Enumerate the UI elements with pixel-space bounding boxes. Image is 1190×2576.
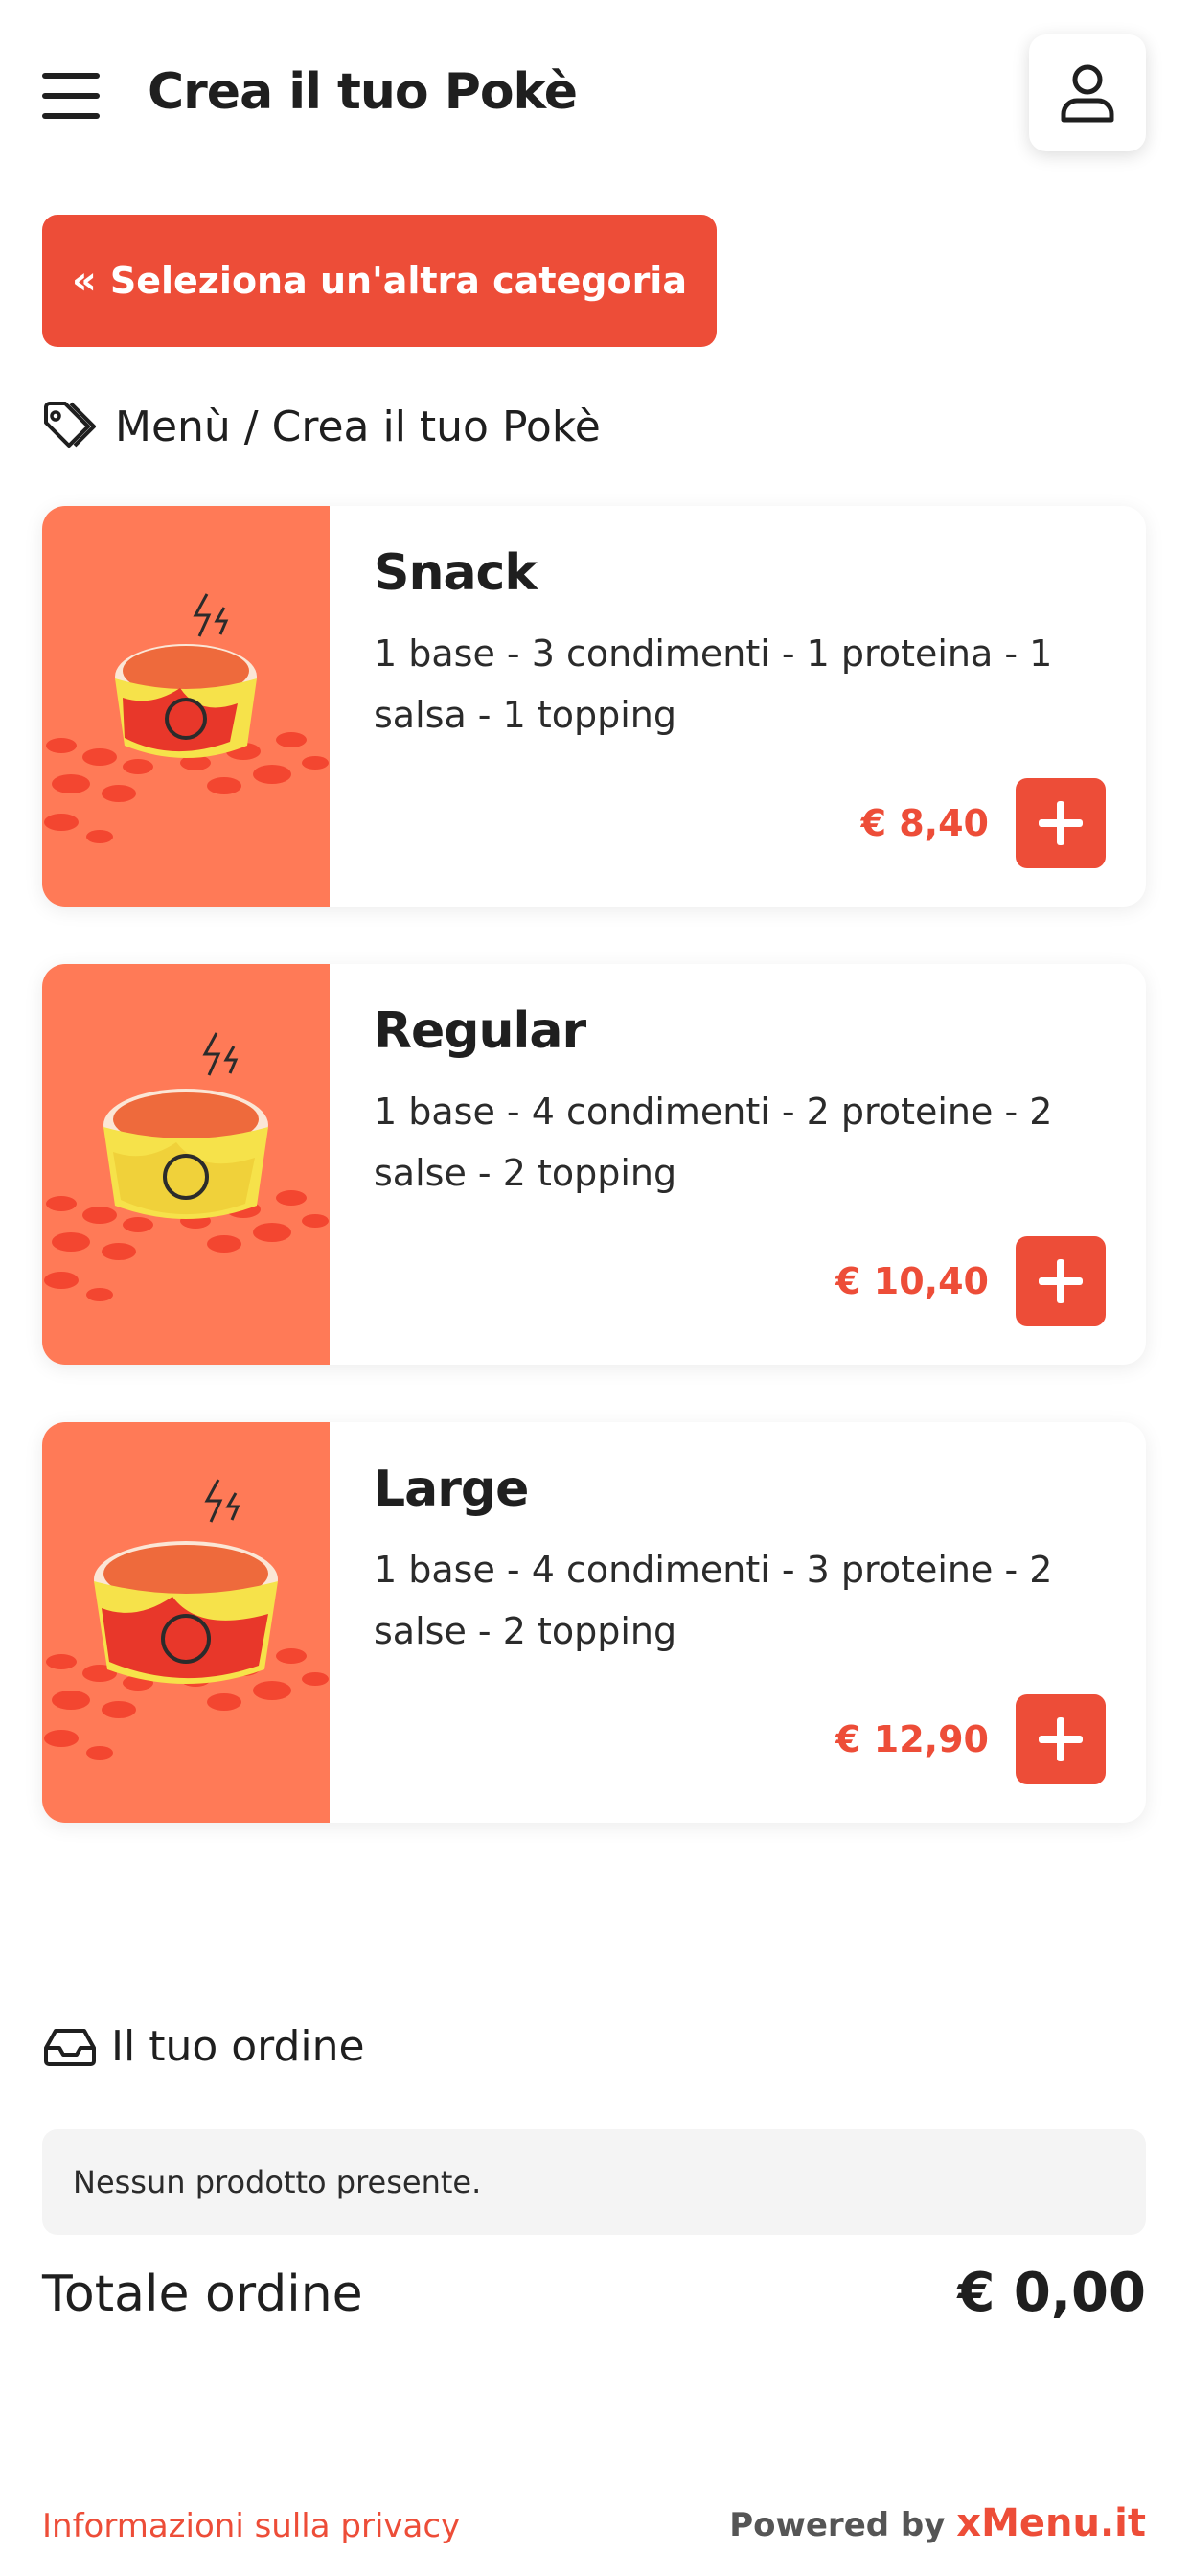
hamburger-menu-icon[interactable]: [42, 73, 100, 119]
add-to-order-button[interactable]: [1016, 778, 1106, 868]
breadcrumb-text: Menù / Crea il tuo Pokè: [115, 402, 601, 451]
user-icon: [1061, 64, 1114, 123]
app-header: Crea il tuo Pokè: [0, 0, 1190, 192]
powered-by[interactable]: Powered by xMenu.it: [729, 2501, 1146, 2545]
product-price: € 10,40: [835, 1260, 989, 1302]
product-card-regular[interactable]: Regular 1 base - 4 condimenti - 2 protei…: [42, 964, 1146, 1365]
poke-bowl-image: [42, 506, 330, 907]
order-title: Il tuo ordine: [111, 2021, 365, 2071]
add-to-order-button[interactable]: [1016, 1236, 1106, 1326]
product-price: € 8,40: [860, 802, 989, 844]
poke-bowl-image: [42, 1422, 330, 1823]
powered-by-label: Powered by: [729, 2506, 946, 2544]
inbox-icon: [44, 2029, 96, 2066]
tag-icon: [44, 402, 96, 448]
product-name: Snack: [374, 544, 538, 602]
breadcrumb: Menù / Crea il tuo Pokè: [42, 393, 601, 460]
product-description: 1 base - 4 condimenti - 3 proteine - 2 s…: [374, 1549, 1053, 1652]
page-title: Crea il tuo Pokè: [148, 63, 578, 121]
privacy-link[interactable]: Informazioni sulla privacy: [42, 2507, 460, 2545]
product-description: 1 base - 4 condimenti - 2 proteine - 2 s…: [374, 1091, 1053, 1194]
double-chevron-left-icon: «: [72, 259, 97, 303]
product-card-snack[interactable]: Snack 1 base - 3 condimenti - 1 proteina…: [42, 506, 1146, 907]
select-other-category-button[interactable]: « Seleziona un'altra categoria: [42, 215, 717, 347]
select-other-category-label: Seleziona un'altra categoria: [109, 260, 687, 302]
empty-order-message: Nessun prodotto presente.: [42, 2129, 1146, 2235]
order-header: Il tuo ordine: [42, 2012, 365, 2080]
user-account-button[interactable]: [1029, 34, 1146, 151]
add-to-order-button[interactable]: [1016, 1694, 1106, 1784]
brand-name: xMenu.it: [956, 2501, 1146, 2545]
product-name: Large: [374, 1460, 529, 1518]
product-card-large[interactable]: Large 1 base - 4 condimenti - 3 proteine…: [42, 1422, 1146, 1823]
order-total-value: € 0,00: [957, 2262, 1146, 2324]
product-price: € 12,90: [835, 1718, 989, 1760]
order-total-label: Totale ordine: [42, 2266, 363, 2323]
poke-bowl-image: [42, 964, 330, 1365]
product-name: Regular: [374, 1002, 586, 1060]
product-description: 1 base - 3 condimenti - 1 proteina - 1 s…: [374, 632, 1053, 736]
